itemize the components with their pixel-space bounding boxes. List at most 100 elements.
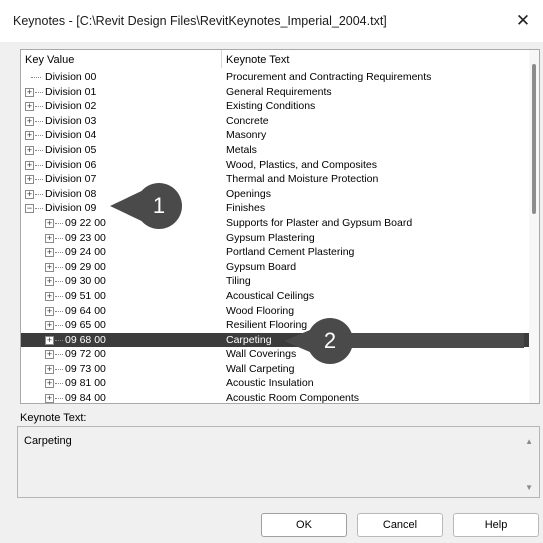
tree-connector-line [35, 164, 43, 166]
tree-row[interactable]: +09 22 00 Supports for Plaster and Gypsum… [21, 216, 531, 231]
tree-connector-line [55, 222, 63, 224]
expand-icon[interactable]: + [25, 189, 34, 199]
tree-row[interactable]: +09 51 00 Acoustical Ceilings [21, 289, 531, 304]
tree-row[interactable]: + Division 07 Thermal and Moisture Protect… [21, 172, 531, 187]
expand-icon[interactable]: + [25, 131, 34, 141]
tree-row[interactable]: + Division 05 Metals [21, 143, 531, 158]
tree-connector-line [35, 91, 43, 93]
keynote-text-cell: Acoustic Room Components [226, 392, 360, 404]
expand-icon[interactable]: + [45, 218, 54, 228]
tree-connector-line [55, 237, 63, 239]
tree-row[interactable]: +09 29 00 Gypsum Board [21, 260, 531, 275]
key-value-cell: Division 03 [45, 114, 97, 127]
keynote-text-cell: Gypsum Board [226, 260, 297, 273]
tree-row[interactable]: +09 73 00 Wall Carpeting [21, 362, 531, 377]
callout-1: 1 [110, 183, 190, 229]
keynote-text-cell: Wood Flooring [226, 304, 295, 317]
keynote-text-cell: General Requirements [226, 85, 332, 98]
expand-icon[interactable]: + [45, 364, 54, 374]
cancel-button[interactable]: Cancel [357, 513, 443, 537]
close-button[interactable]: ✕ [503, 0, 543, 42]
tree-row[interactable]: + Division 04 Masonry [21, 128, 531, 143]
expand-icon[interactable]: + [25, 145, 34, 155]
tree-row[interactable]: + Division 08 Openings [21, 187, 531, 202]
key-value-cell: 09 23 00 [65, 231, 106, 244]
key-value-cell: 09 81 00 [65, 377, 106, 390]
scroll-down-icon[interactable]: ▼ [525, 483, 533, 492]
key-value-cell: Division 06 [45, 158, 97, 171]
keynote-text-field[interactable]: Carpeting ▲ ▼ [17, 426, 540, 498]
tree-connector-line [35, 193, 43, 195]
key-value-cell: Division 04 [45, 129, 97, 142]
scrollbar-thumb[interactable] [532, 64, 536, 214]
callout-1-badge: 1 [136, 183, 182, 229]
scroll-up-icon[interactable]: ▲ [525, 437, 533, 446]
expand-icon[interactable]: + [45, 262, 54, 272]
key-value-cell: 09 22 00 [65, 216, 106, 229]
expand-icon[interactable]: + [25, 102, 34, 112]
expand-icon[interactable]: + [25, 160, 34, 170]
tree-row[interactable]: +09 24 00 Portland Cement Plastering [21, 245, 531, 260]
keynote-text-cell: Masonry [226, 129, 267, 142]
expand-icon[interactable]: + [25, 175, 34, 185]
tree-connector-line [55, 339, 63, 341]
expand-icon[interactable]: + [45, 335, 54, 345]
keynote-text-cell: Supports for Plaster and Gypsum Board [226, 216, 413, 229]
expand-icon[interactable]: + [45, 350, 54, 360]
expand-icon[interactable]: + [45, 394, 54, 403]
expand-icon[interactable]: + [45, 277, 54, 287]
tree-connector-line [55, 266, 63, 268]
expand-icon[interactable]: + [45, 233, 54, 243]
keynote-text-value: Carpeting [24, 435, 72, 447]
tree-scrollbar[interactable] [529, 50, 539, 403]
key-value-cell: Division 00 [45, 71, 97, 83]
tree-row[interactable]: +09 30 00 Tiling [21, 274, 531, 289]
tree-connector-line [55, 310, 63, 312]
expand-icon[interactable]: + [45, 321, 54, 331]
expand-icon[interactable]: + [25, 87, 34, 97]
keynote-text-cell: Concrete [226, 114, 269, 127]
keynote-text-label: Keynote Text: [20, 412, 87, 424]
tree-row[interactable]: + Division 03 Concrete [21, 114, 531, 129]
tree-connector-line [55, 295, 63, 297]
close-icon: ✕ [515, 11, 531, 30]
ok-button[interactable]: OK [261, 513, 347, 537]
tree-connector-line [35, 106, 43, 108]
expand-icon[interactable]: + [45, 248, 54, 258]
tree-row[interactable]: Division 00 Procurement and Contracting R… [21, 70, 531, 85]
tree-row[interactable]: +09 64 00 Wood Flooring [21, 304, 531, 319]
tree-row[interactable]: +09 84 00 Acoustic Room Components [21, 391, 531, 404]
tree-row[interactable]: + Division 01 General Requirements [21, 85, 531, 100]
tree-row[interactable]: +09 81 00 Acoustic Insulation [21, 376, 531, 391]
keynote-text-cell: Portland Cement Plastering [226, 246, 355, 259]
keynote-text-cell: Carpeting [226, 333, 272, 346]
tree-row[interactable]: +09 23 00 Gypsum Plastering [21, 231, 531, 246]
help-button[interactable]: Help [453, 513, 539, 537]
key-value-cell: Division 07 [45, 173, 97, 186]
key-value-cell: Division 01 [45, 85, 97, 98]
tree-connector-line [31, 77, 41, 78]
keynote-text-cell: Tiling [226, 275, 251, 288]
key-value-cell: Division 02 [45, 100, 97, 113]
keynote-text-cell: Gypsum Plastering [226, 231, 315, 244]
tree-connector-line [55, 354, 63, 356]
keynote-text-cell: Acoustic Insulation [226, 377, 314, 390]
keynote-text-cell: Wall Carpeting [226, 362, 295, 375]
keynote-text-cell: Wood, Plastics, and Composites [226, 158, 377, 171]
expand-icon[interactable]: + [25, 116, 34, 126]
tree-row[interactable]: + Division 02 Existing Conditions [21, 99, 531, 114]
tree-row[interactable]: + Division 06 Wood, Plastics, and Composit… [21, 158, 531, 173]
collapse-icon[interactable]: − [25, 204, 34, 214]
key-value-cell: 09 30 00 [65, 275, 106, 288]
tree-row[interactable]: − Division 09 Finishes [21, 201, 531, 216]
tree-connector-line [55, 368, 63, 370]
keynote-text-cell: Finishes [226, 202, 266, 215]
tree-connector-line [35, 179, 43, 181]
expand-icon[interactable]: + [45, 379, 54, 389]
key-value-cell: 09 72 00 [65, 348, 106, 361]
expand-icon[interactable]: + [45, 306, 54, 316]
column-header-key-value[interactable]: Key Value [25, 54, 74, 66]
expand-icon[interactable]: + [45, 291, 54, 301]
column-header-keynote-text[interactable]: Keynote Text [226, 54, 289, 66]
column-divider[interactable] [221, 50, 222, 68]
